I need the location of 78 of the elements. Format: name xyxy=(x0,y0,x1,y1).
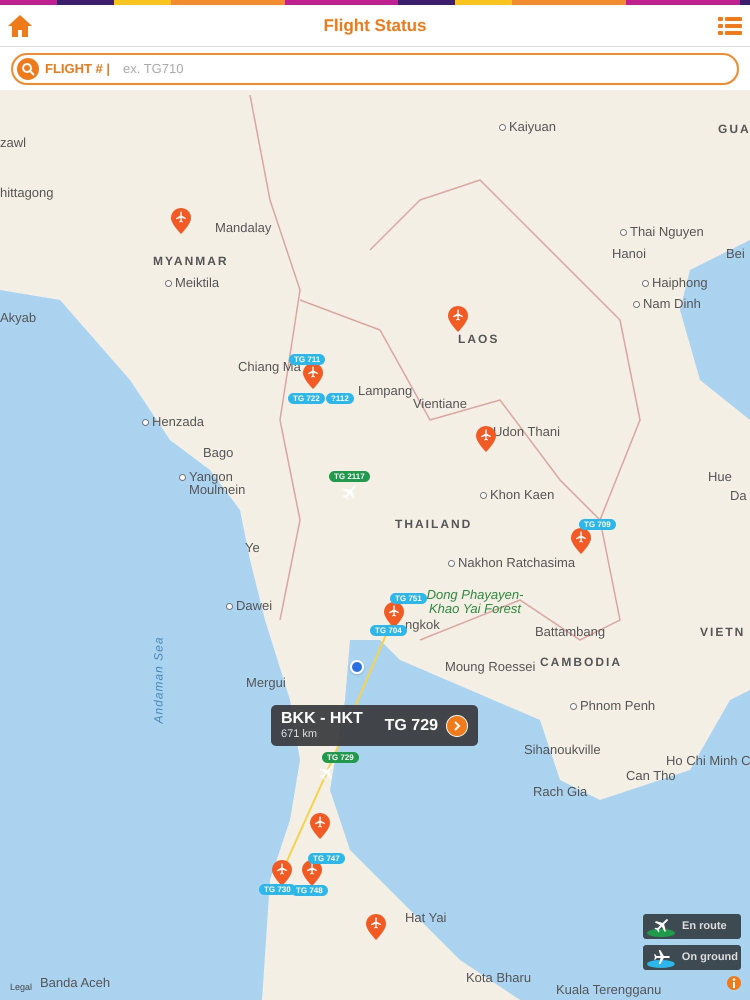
flight-tag[interactable]: TG 711 xyxy=(289,354,326,365)
country-label: LAOS xyxy=(458,331,500,348)
country-label: MYANMAR xyxy=(153,253,229,270)
field-label: FLIGHT # | xyxy=(45,60,110,78)
city-label: Akyab xyxy=(0,309,36,327)
city-label: Meiktila xyxy=(175,274,220,292)
city-label: Kaiyuan xyxy=(509,118,556,136)
city-label: Lampang xyxy=(358,382,412,400)
city-label: Moung Roessei xyxy=(445,658,536,676)
city-label: Nam Dinh xyxy=(643,295,701,313)
city-label: zawl xyxy=(0,134,26,152)
airplane-icon xyxy=(646,947,676,968)
city-label: Da xyxy=(730,487,747,505)
page-title: Flight Status xyxy=(324,14,426,37)
country-label: THAILAND xyxy=(395,516,472,533)
city-label: ngkok xyxy=(405,616,440,634)
airport-pin-icon xyxy=(476,426,496,452)
city-label: hittagong xyxy=(0,184,54,202)
park-label: Dong Phayayen-Khao Yai Forest xyxy=(426,588,524,616)
country-label: CAMBODIA xyxy=(540,654,622,671)
flight-tag[interactable]: TG 730 xyxy=(259,884,296,895)
city-label: Ye xyxy=(245,539,260,557)
flight-tag[interactable]: ?112 xyxy=(326,393,354,404)
flight-number: TG 729 xyxy=(384,716,438,736)
search-icon xyxy=(17,58,39,80)
flight-tag[interactable]: TG 709 xyxy=(579,519,616,530)
city-label: Mergui xyxy=(246,674,286,692)
city-label: Ho Chi Minh C xyxy=(666,752,750,770)
legal-link[interactable]: Legal xyxy=(10,981,32,994)
airport-pin-icon xyxy=(303,363,323,389)
city-label: Hanoi xyxy=(612,245,646,263)
flight-tag[interactable]: TG 747 xyxy=(308,853,345,864)
flight-tag[interactable]: TG 2117 xyxy=(329,471,370,482)
airport-pin-icon xyxy=(310,813,330,839)
airport-pin-icon xyxy=(448,306,468,332)
legend-label: En route xyxy=(682,919,727,934)
home-icon xyxy=(7,14,33,38)
sea-label: Andaman Sea xyxy=(152,636,166,724)
city-label: Sihanoukville xyxy=(524,741,601,759)
list-menu-icon xyxy=(718,16,742,36)
chevron-right-icon[interactable] xyxy=(446,714,468,736)
city-label: Nakhon Ratchasima xyxy=(458,554,576,572)
city-label: Udon Thani xyxy=(493,423,560,441)
city-label: Rach Gia xyxy=(533,783,588,801)
city-label: Hue xyxy=(708,468,732,486)
city-label: Kuala Terengganu xyxy=(556,981,662,999)
flight-callout[interactable]: BKK - HKT 671 km TG 729 xyxy=(271,705,478,746)
country-label: GUA xyxy=(718,121,750,138)
country-label: VIETN xyxy=(700,624,746,641)
airport-pin-icon xyxy=(366,914,386,940)
city-label: Khon Kaen xyxy=(490,486,554,504)
legend-label: On ground xyxy=(682,950,738,966)
route-label: BKK - HKT xyxy=(281,710,364,728)
flight-tag[interactable]: TG 729 xyxy=(322,752,359,763)
city-label: Can Tho xyxy=(626,767,676,785)
city-label: Vientiane xyxy=(413,395,467,413)
city-label: Henzada xyxy=(152,413,204,431)
distance-label: 671 km xyxy=(281,728,318,741)
flight-tag[interactable]: TG 751 xyxy=(390,593,427,604)
city-label: Thai Nguyen xyxy=(630,223,704,241)
city-label: Bei xyxy=(726,245,745,263)
city-label: Dawei xyxy=(236,597,272,615)
city-label: Hat Yai xyxy=(405,909,446,927)
city-label: Yangon xyxy=(189,468,233,484)
city-label: Mandalay xyxy=(215,219,272,237)
airplane-icon xyxy=(646,916,676,937)
flight-tag[interactable]: TG 704 xyxy=(370,625,407,636)
city-label: Banda Aceh xyxy=(40,974,110,992)
city-label: Phnom Penh xyxy=(580,697,656,715)
airport-pin-icon xyxy=(571,528,591,554)
airport-pin-icon xyxy=(171,208,191,234)
airport-pin-icon xyxy=(272,860,292,886)
flight-tag[interactable]: TG 722 xyxy=(288,393,325,404)
flight-tag[interactable]: TG 748 xyxy=(291,885,328,896)
city-label: Kota Bharu xyxy=(466,969,532,987)
city-label: Battambang xyxy=(535,623,606,641)
city-label: Bago xyxy=(203,444,234,462)
city-label: Haiphong xyxy=(652,274,708,292)
